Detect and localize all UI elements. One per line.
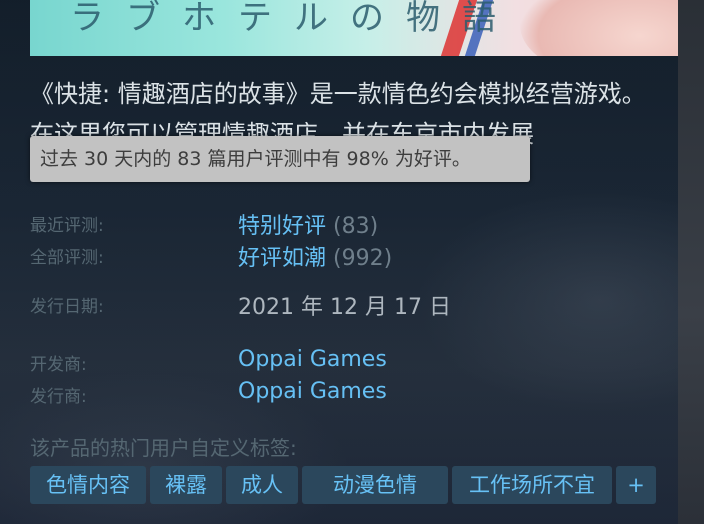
tag-nudity[interactable]: 裸露 <box>150 466 222 504</box>
all-reviews-label: 全部评测: <box>30 248 104 268</box>
recent-reviews-summary[interactable]: 特别好评 <box>238 214 326 239</box>
capsule-character-art <box>520 0 678 56</box>
recent-reviews-label: 最近评测: <box>30 216 104 236</box>
add-tag-button[interactable]: + <box>616 466 656 504</box>
review-tooltip: 过去 30 天内的 83 篇用户评测中有 98% 为好评。 <box>30 136 530 182</box>
all-reviews-value[interactable]: 好评如潮 (992) <box>238 240 392 272</box>
all-reviews-summary[interactable]: 好评如潮 <box>238 246 326 271</box>
right-edge-shade <box>678 0 704 524</box>
recent-reviews-value[interactable]: 特别好评 (83) <box>238 208 378 240</box>
header-capsule-image[interactable]: ラブホテルの物語 <box>30 0 678 56</box>
publisher-label: 发行商: <box>30 387 87 407</box>
tag-sexual-content[interactable]: 色情内容 <box>30 466 146 504</box>
capsule-logo-text: ラブホテルの物語 <box>70 0 518 38</box>
developer-link[interactable]: Oppai Games <box>238 347 387 372</box>
tags-heading: 该产品的热门用户自定义标签: <box>30 436 297 460</box>
tag-hentai[interactable]: 动漫色情 <box>302 466 448 504</box>
recent-reviews-count: (83) <box>333 214 379 239</box>
release-date-value: 2021 年 12 月 17 日 <box>238 295 451 320</box>
publisher-link[interactable]: Oppai Games <box>238 379 387 404</box>
tag-nsfw[interactable]: 工作场所不宜 <box>452 466 612 504</box>
tag-mature[interactable]: 成人 <box>226 466 298 504</box>
release-date-label: 发行日期: <box>30 297 104 317</box>
developer-label: 开发商: <box>30 355 87 375</box>
all-reviews-count: (992) <box>333 246 393 271</box>
